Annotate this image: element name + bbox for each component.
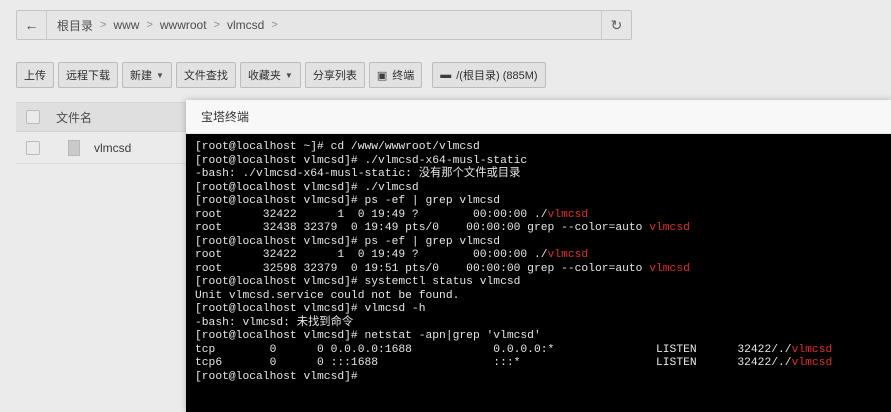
breadcrumb: 根目录 > www > wwwroot > vlmcsd >	[47, 17, 601, 34]
terminal-text: [root@localhost vlmcsd]# netstat -apn|gr…	[195, 330, 541, 342]
modal-title: 宝塔终端	[201, 110, 250, 124]
breadcrumb-separator: >	[271, 19, 278, 31]
terminal-text: root 32438 32379 0 19:49 pts/0 00:00:00 …	[195, 222, 650, 234]
terminal-line: [root@localhost vlmcsd]#	[195, 371, 891, 385]
breadcrumb-separator: >	[146, 19, 153, 31]
select-all-checkbox[interactable]	[26, 110, 40, 124]
terminal-line: root 32422 1 0 19:49 ? 00:00:00 ./vlmcsd	[195, 209, 891, 223]
favorites-label: 收藏夹	[247, 70, 281, 82]
chevron-down-icon: ▼	[284, 70, 293, 80]
terminal-output[interactable]: [root@localhost ~]# cd /www/wwwroot/vlmc…	[186, 134, 891, 412]
remote-download-label: 远程下载	[66, 70, 110, 82]
terminal-text: -bash: ./vlmcsd-x64-musl-static: 没有那个文件或…	[195, 168, 521, 180]
terminal-text: root 32598 32379 0 19:51 pts/0 00:00:00 …	[195, 262, 650, 275]
favorites-dropdown-button[interactable]: 收藏夹 ▼	[239, 62, 301, 88]
terminal-line: root 32422 1 0 19:49 ? 00:00:00 ./vlmcsd	[195, 249, 891, 263]
terminal-line: tcp6 0 0 :::1688 :::* LISTEN 32422/./vlm…	[195, 357, 891, 371]
terminal-line: tcp 0 0 0.0.0.0:1688 0.0.0.0:* LISTEN 32…	[195, 344, 891, 358]
disk-usage-button[interactable]: ▬ /(根目录) (885M)	[432, 62, 546, 88]
terminal-text: [root@localhost ~]# cd /www/wwwroot/vlmc…	[195, 141, 480, 153]
new-dropdown-button[interactable]: 新建 ▼	[122, 62, 172, 88]
upload-button-label: 上传	[24, 70, 46, 82]
disk-icon: ▬	[440, 69, 452, 81]
terminal-button[interactable]: ▣ 终端	[368, 62, 423, 88]
breadcrumb-item-wwwroot[interactable]: wwwroot	[156, 18, 211, 32]
breadcrumb-item-www[interactable]: www	[109, 18, 143, 32]
terminal-line: [root@localhost vlmcsd]# ./vlmcsd	[195, 182, 891, 196]
terminal-highlight-text: vlmcsd	[649, 222, 690, 234]
terminal-text: root 32422 1 0 19:49 ? 00:00:00 ./	[195, 249, 548, 261]
breadcrumb-separator: >	[100, 19, 107, 31]
terminal-line: Unit vlmcsd.service could not be found.	[195, 290, 891, 304]
refresh-icon[interactable]: ↻	[601, 11, 631, 39]
breadcrumb-separator: >	[213, 19, 221, 31]
terminal-line: [root@localhost vlmcsd]# netstat -apn|gr…	[195, 330, 891, 344]
new-label: 新建	[130, 70, 152, 82]
terminal-label: 终端	[392, 70, 415, 82]
terminal-line: [root@localhost vlmcsd]# ps -ef | grep v…	[195, 195, 891, 209]
terminal-text: [root@localhost vlmcsd]# ps -ef | grep v…	[195, 195, 501, 207]
file-search-label: 文件查找	[183, 70, 228, 82]
breadcrumb-item-vlmcsd[interactable]: vlmcsd	[223, 18, 268, 32]
chevron-down-icon: ▼	[156, 70, 164, 80]
file-toolbar: 上传 远程下载 新建 ▼ 文件查找 收藏夹 ▼ 分享列表 ▣ 终端 ▬/(根目录) (…	[16, 62, 546, 88]
terminal-text: [root@localhost vlmcsd]# vlmcsd -h	[195, 303, 426, 315]
terminal-highlight-text: vlmcsd	[547, 208, 589, 221]
terminal-line: -bash: vlmcsd: 未找到命令	[195, 317, 891, 331]
terminal-line: [root@localhost ~]# cd /www/wwwroot/vlmc…	[195, 141, 891, 155]
upload-button[interactable]: 上传	[16, 62, 54, 88]
terminal-line: [root@localhost vlmcsd]# systemctl statu…	[195, 276, 891, 290]
terminal-highlight-text: vlmcsd	[649, 262, 690, 275]
terminal-line: [root@localhost vlmcsd]# vlmcsd -h	[195, 303, 891, 317]
terminal-text: [root@localhost vlmcsd]#	[195, 370, 365, 383]
terminal-highlight-text: vlmcsd	[791, 343, 833, 356]
row-checkbox[interactable]	[26, 140, 40, 155]
terminal-text: Unit vlmcsd.service could not be found.	[195, 289, 460, 302]
terminal-icon: ▣	[376, 69, 388, 82]
terminal-text: root 32422 1 0 19:49 ? 00:00:00 ./	[195, 208, 548, 221]
file-name[interactable]: vlmcsd	[94, 141, 131, 155]
terminal-text: [root@localhost vlmcsd]# systemctl statu…	[195, 276, 521, 288]
terminal-text: [root@localhost vlmcsd]# ps -ef | grep v…	[195, 235, 501, 248]
arrow-left-icon[interactable]: ←	[17, 11, 47, 39]
terminal-line: root 32598 32379 0 19:51 pts/0 00:00:00 …	[195, 263, 891, 277]
terminal-highlight-text: vlmcsd	[791, 357, 833, 369]
terminal-text: -bash: vlmcsd: 未找到命令	[195, 316, 354, 329]
terminal-text: tcp6 0 0 :::1688 :::* LISTEN 32422/./	[195, 357, 792, 369]
breadcrumb-item-root[interactable]: 根目录	[53, 17, 97, 34]
column-header-filename[interactable]: 文件名	[56, 109, 92, 126]
terminal-highlight-text: vlmcsd	[547, 249, 589, 261]
terminal-line: root 32438 32379 0 19:49 pts/0 00:00:00 …	[195, 222, 891, 236]
terminal-line: -bash: ./vlmcsd-x64-musl-static: 没有那个文件或…	[195, 168, 891, 182]
remote-download-button[interactable]: 远程下载	[58, 62, 118, 88]
file-search-button[interactable]: 文件查找	[175, 62, 236, 88]
file-icon	[68, 139, 80, 156]
terminal-text: tcp 0 0 0.0.0.0:1688 0.0.0.0:* LISTEN 32…	[195, 343, 792, 356]
terminal-line: [root@localhost vlmcsd]# ./vlmcsd-x64-mu…	[195, 155, 891, 169]
terminal-text: [root@localhost vlmcsd]# ./vlmcsd	[195, 181, 419, 194]
share-list-button[interactable]: 分享列表	[304, 62, 365, 88]
terminal-modal: 宝塔终端 [root@localhost ~]# cd /www/wwwroot…	[186, 100, 891, 412]
modal-header: 宝塔终端	[186, 100, 891, 134]
terminal-line: [root@localhost vlmcsd]# ps -ef | grep v…	[195, 236, 891, 250]
address-bar[interactable]: ← 根目录 > www > wwwroot > vlmcsd > ↻	[16, 10, 632, 40]
terminal-text: [root@localhost vlmcsd]# ./vlmcsd-x64-mu…	[195, 154, 528, 167]
disk-label: /(根目录) (885M)	[456, 70, 538, 82]
share-list-label: 分享列表	[312, 70, 357, 82]
